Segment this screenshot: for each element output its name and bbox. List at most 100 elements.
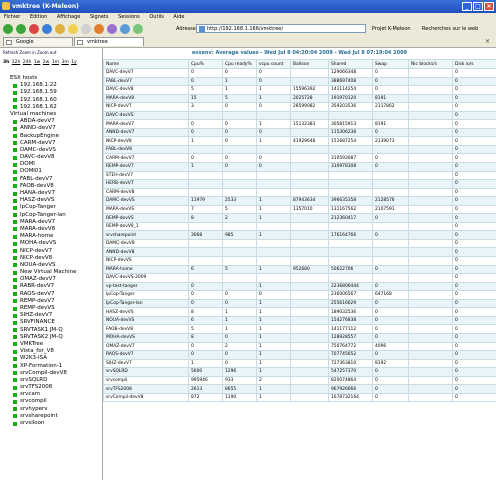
tree-vm-item[interactable]: DOMI01 xyxy=(4,168,102,175)
tree-vm-item[interactable]: W2K3-ISA xyxy=(4,355,102,362)
tree-vm-item[interactable]: DAMC-devVS xyxy=(4,147,102,154)
address-label: Adresse: xyxy=(176,26,198,32)
newtab-icon[interactable] xyxy=(133,24,143,34)
tree-vm-item[interactable]: REMP-devV7 xyxy=(4,298,102,305)
tab-google[interactable]: Google xyxy=(3,37,73,46)
tree-vm-item[interactable]: SRVFINANCE xyxy=(4,319,102,326)
tree-vm-item[interactable]: SRVTASK1 JM-Q xyxy=(4,327,102,334)
table-row: srvSQLRD 5600 1296 1 547257370 0 0 xyxy=(103,367,496,377)
tree-vm-item[interactable]: ANND-devV7 xyxy=(4,125,102,132)
forward-arrow-icon[interactable] xyxy=(16,24,26,34)
tab-vmktree[interactable]: vmktree xyxy=(74,37,144,46)
time-link[interactable]: 24h xyxy=(23,60,32,65)
tree-esx-host[interactable]: 192.168.1.59 xyxy=(4,89,102,96)
tree-vm-item[interactable]: XP-Formation-1 xyxy=(4,363,102,370)
time-link[interactable]: 2w xyxy=(43,60,50,65)
tree-vm-item[interactable]: MARA-devV8 xyxy=(4,226,102,233)
tree-esx-host[interactable]: 192.168.1.62 xyxy=(4,104,102,111)
close-tab-icon[interactable]: × xyxy=(485,38,490,45)
minimize-button[interactable]: _ xyxy=(462,2,472,11)
table-cell: 6 xyxy=(188,315,223,326)
search-icon[interactable] xyxy=(94,24,104,34)
table-cell: 0 xyxy=(256,162,291,172)
zoom-icon[interactable] xyxy=(107,24,117,34)
table-row: DAVC-devVS 0 xyxy=(103,110,496,121)
tree-vm-item[interactable]: MOHA-devVS xyxy=(4,240,102,247)
tree-vm-item[interactable]: REMP-devVS xyxy=(4,305,102,312)
tree-vm-item[interactable]: NICP-devV7 xyxy=(4,248,102,255)
tree-vm-item[interactable]: srvcompil xyxy=(4,398,102,405)
table-cell: 1357010 xyxy=(290,204,329,215)
tree-esx-hosts[interactable]: ESX hosts xyxy=(4,75,102,82)
time-link[interactable]: 1y xyxy=(71,60,77,65)
address-input[interactable]: http://192.168.1.166/vmktree/ xyxy=(196,24,366,33)
table-cell: 129066348 xyxy=(328,68,373,78)
menu-edition[interactable]: Edition xyxy=(30,13,47,22)
tree-esx-host[interactable]: 192.168.1.60 xyxy=(4,97,102,104)
tree-vm-item[interactable]: DOMI xyxy=(4,161,102,168)
tree-vm-item[interactable]: VMKTree xyxy=(4,341,102,348)
menu-fichier[interactable]: Fichier xyxy=(4,13,20,22)
tree-vm-item[interactable]: IpCop-Tanger xyxy=(4,204,102,211)
time-link[interactable]: 3m xyxy=(61,60,68,65)
tree-vm-item[interactable]: New Virtual Machine xyxy=(4,269,102,276)
tree-virtual-machines[interactable]: Virtual machines xyxy=(4,111,102,118)
tree-vm-item[interactable]: Vista_for_V8 xyxy=(4,348,102,355)
tree-vm-item[interactable]: BackupEngine xyxy=(4,133,102,140)
close-window-button[interactable]: × xyxy=(484,2,494,11)
column-header: Disk io/s xyxy=(452,59,496,69)
tree-esx-host[interactable]: 192.168.1.22 xyxy=(4,82,102,89)
maximize-button[interactable]: □ xyxy=(473,2,483,11)
tree-vm-item[interactable]: srvSQLRD xyxy=(4,377,102,384)
print-icon[interactable] xyxy=(81,24,91,34)
tree-vm-item[interactable]: ABDA-devV7 xyxy=(4,118,102,125)
time-link[interactable]: 1w xyxy=(34,60,41,65)
tree-vm-item[interactable]: SIHZ-devV7 xyxy=(4,312,102,319)
tree-vm-item[interactable]: srvsharepoint xyxy=(4,413,102,420)
menu-aide[interactable]: Aide xyxy=(173,13,184,22)
tree-vm-item[interactable]: FAOB-devV8 xyxy=(4,183,102,190)
tree-vm-item[interactable]: FABL-devV7 xyxy=(4,176,102,183)
tree-vm-item[interactable]: MARA-devV7 xyxy=(4,219,102,226)
menu-outils[interactable]: Outils xyxy=(149,13,163,22)
search-web-link[interactable]: Recherches sur le web xyxy=(422,26,478,32)
tree-vm-item[interactable]: srvsiloon xyxy=(4,420,102,427)
back-arrow-icon[interactable] xyxy=(3,24,13,34)
menu-signets[interactable]: Signets xyxy=(90,13,109,22)
reload-icon[interactable] xyxy=(42,24,52,34)
tree-vm-item[interactable]: IpCop-Tanger-lan xyxy=(4,212,102,219)
home-icon[interactable] xyxy=(55,24,65,34)
tree-vm-item[interactable]: NOUA-devVS xyxy=(4,262,102,269)
table-cell xyxy=(372,187,409,198)
tree-vm-item[interactable]: OMAZ-devV7 xyxy=(4,276,102,283)
tree-vm-item[interactable]: DAVC-devV8 xyxy=(4,154,102,161)
vm-status-icon xyxy=(13,249,17,253)
tree-vm-item[interactable]: srvCompil-devV8 xyxy=(4,370,102,377)
menu-affichage[interactable]: Affichage xyxy=(57,13,81,22)
tree-vm-item[interactable]: srvTFS2008 xyxy=(4,384,102,391)
tree-vm-item[interactable]: MARA-home xyxy=(4,233,102,240)
tree-vm-item[interactable]: HANA-devV7 xyxy=(4,190,102,197)
table-cell: 5 xyxy=(188,324,223,334)
bookmark-star-icon[interactable] xyxy=(68,24,78,34)
table-cell: 0 xyxy=(188,298,223,309)
zoom-links[interactable]: Refresh Zoom in Zoom out xyxy=(3,50,56,55)
tree-vm-item[interactable]: srvcam xyxy=(4,391,102,398)
tree-vm-item[interactable]: RAOS-devV7 xyxy=(4,291,102,298)
time-link[interactable]: 1m xyxy=(52,60,59,65)
project-link[interactable]: Projet K-Meleon xyxy=(372,26,411,32)
time-link[interactable]: 12h xyxy=(12,60,21,65)
stop-icon[interactable] xyxy=(29,24,39,34)
tree-vm-item[interactable]: NICP-devV8 xyxy=(4,255,102,262)
tree-vm-item[interactable]: SRVTASK2 JM-Q xyxy=(4,334,102,341)
time-active[interactable]: 3h xyxy=(3,60,9,65)
layers-icon[interactable] xyxy=(120,24,130,34)
menu-sessions[interactable]: Sessions xyxy=(118,13,140,22)
tree-vm-item[interactable]: HASZ-devVS xyxy=(4,197,102,204)
tree-vm-item[interactable]: CARM-devV7 xyxy=(4,140,102,147)
tree-vm-item[interactable]: srvhyperv xyxy=(4,406,102,413)
tree-vm-item[interactable]: RABR-devV7 xyxy=(4,283,102,290)
table-cell: 1 xyxy=(188,136,223,146)
vm-status-icon xyxy=(13,270,17,275)
table-cell: 128928557 xyxy=(328,332,373,343)
